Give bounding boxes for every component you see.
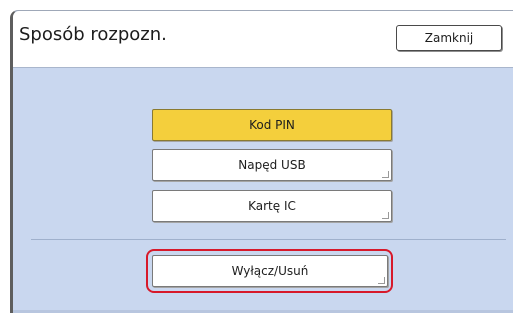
- disable-remove-button[interactable]: Wyłącz/Usuń: [152, 255, 388, 287]
- resize-grip-icon: [382, 171, 389, 178]
- option-label: Kod PIN: [249, 118, 295, 132]
- option-ic-card-button[interactable]: Kartę IC: [152, 190, 392, 222]
- option-label: Kartę IC: [248, 199, 296, 213]
- bottom-edge: [13, 310, 513, 313]
- option-usb-drive-button[interactable]: Napęd USB: [152, 149, 392, 181]
- close-button[interactable]: Zamknij: [396, 25, 502, 51]
- close-button-label: Zamknij: [424, 31, 474, 45]
- option-pin-code-button[interactable]: Kod PIN: [152, 109, 392, 141]
- disable-remove-label: Wyłącz/Usuń: [231, 264, 309, 278]
- divider: [31, 239, 506, 240]
- option-label: Napęd USB: [238, 158, 306, 172]
- header-bar: Sposób rozpozn. Zamknij: [13, 11, 513, 68]
- page-title: Sposób rozpozn.: [19, 24, 167, 45]
- resize-grip-icon: [378, 277, 385, 284]
- resize-grip-icon: [382, 212, 389, 219]
- auth-method-screen: Sposób rozpozn. Zamknij Kod PIN Napęd US…: [10, 10, 513, 313]
